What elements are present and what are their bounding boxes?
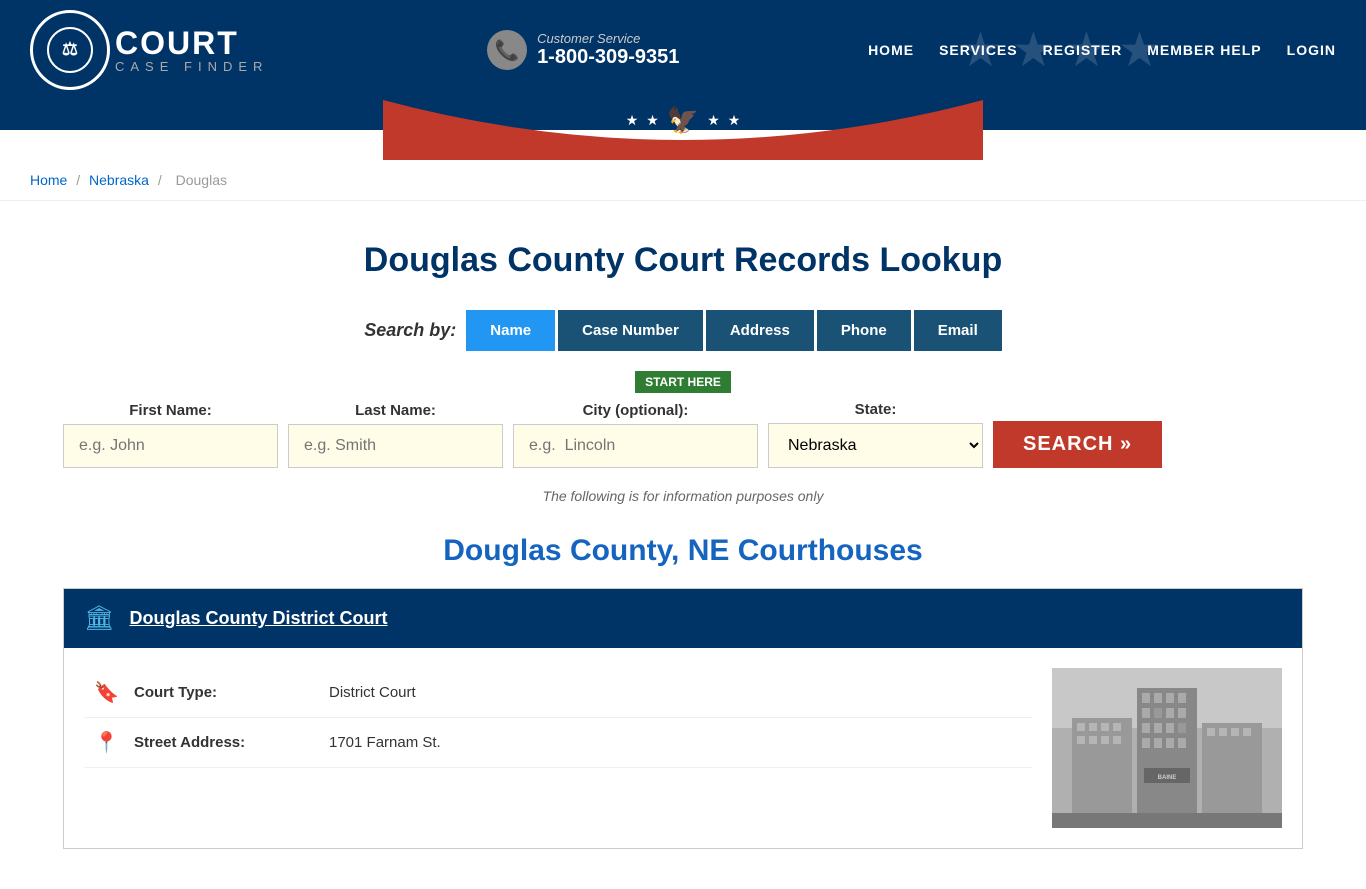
nav-login[interactable]: LOGIN (1287, 42, 1336, 58)
search-form-container: START HERE First Name: Last Name: City (… (63, 371, 1303, 468)
courthouse-icon: 🏛 (84, 604, 114, 633)
star-left-2: ★ (646, 112, 659, 129)
search-section: Search by: Name Case Number Address Phon… (63, 310, 1303, 504)
header: ★ ★ ★ ★ ⚖ COURT CASE FINDER 📞 Customer S… (0, 0, 1366, 100)
nav-services[interactable]: SERVICES (939, 42, 1018, 58)
last-name-label: Last Name: (288, 402, 503, 419)
search-by-row: Search by: Name Case Number Address Phon… (63, 310, 1303, 351)
customer-service: 📞 Customer Service 1-800-309-9351 (487, 30, 679, 70)
last-name-input[interactable] (288, 424, 503, 468)
cs-details: Customer Service 1-800-309-9351 (537, 31, 679, 69)
main-nav: HOME SERVICES REGISTER MEMBER HELP LOGIN (868, 42, 1336, 58)
nav-member-help[interactable]: MEMBER HELP (1147, 42, 1261, 58)
court-address-row: 📍 Street Address: 1701 Farnam St. (84, 718, 1032, 768)
city-label: City (optional): (513, 402, 758, 419)
star-right-1: ★ (707, 112, 720, 129)
nav-register[interactable]: REGISTER (1043, 42, 1123, 58)
breadcrumb-county: Douglas (176, 172, 227, 188)
svg-text:⚖: ⚖ (62, 39, 78, 59)
address-label: Street Address: (134, 734, 314, 751)
banner-curve: ★ ★ 🦅 ★ ★ (0, 100, 1366, 160)
star-left-1: ★ (626, 112, 639, 129)
court-type-row: 🔖 Court Type: District Court (84, 668, 1032, 718)
page-title: Douglas County Court Records Lookup (63, 241, 1303, 280)
star-right-2: ★ (728, 112, 741, 129)
search-form: First Name: Last Name: City (optional): … (63, 401, 1303, 468)
search-tabs: Name Case Number Address Phone Email (466, 310, 1001, 351)
breadcrumb: Home / Nebraska / Douglas (0, 160, 1366, 201)
breadcrumb-sep-2: / (158, 172, 166, 188)
court-type-value: District Court (329, 684, 416, 701)
tab-phone[interactable]: Phone (817, 310, 911, 351)
address-value: 1701 Farnam St. (329, 734, 441, 751)
info-note: The following is for information purpose… (63, 488, 1303, 504)
tab-address[interactable]: Address (706, 310, 814, 351)
court-type-label: Court Type: (134, 684, 314, 701)
court-card-header-0: 🏛 Douglas County District Court (64, 589, 1302, 648)
court-image-0: BAINE (1052, 668, 1282, 828)
address-icon: 📍 (94, 730, 119, 755)
tab-name[interactable]: Name (466, 310, 555, 351)
court-type-icon: 🔖 (94, 680, 119, 705)
logo-circle: ⚖ (30, 10, 110, 90)
first-name-input[interactable] (63, 424, 278, 468)
tab-case-number[interactable]: Case Number (558, 310, 703, 351)
search-button[interactable]: SEARCH » (993, 421, 1162, 468)
nav-home[interactable]: HOME (868, 42, 914, 58)
city-input[interactable] (513, 424, 758, 468)
logo-area: ⚖ COURT CASE FINDER (30, 10, 268, 90)
tab-email[interactable]: Email (914, 310, 1002, 351)
courthouses-title: Douglas County, NE Courthouses (63, 534, 1303, 568)
state-select[interactable]: Nebraska Alabama Alaska Arizona Arkansas… (768, 423, 983, 468)
logo-text-area: COURT CASE FINDER (115, 27, 268, 74)
last-name-group: Last Name: (288, 402, 503, 468)
logo-svg: ⚖ (45, 25, 95, 75)
svg-text:BAINE: BAINE (1158, 775, 1177, 781)
court-building-svg: BAINE (1052, 668, 1282, 828)
start-here-badge: START HERE (635, 371, 731, 393)
logo-case-finder-text: CASE FINDER (115, 59, 268, 74)
first-name-group: First Name: (63, 402, 278, 468)
cs-phone: 1-800-309-9351 (537, 46, 679, 69)
court-card-title-0[interactable]: Douglas County District Court (129, 608, 387, 629)
cs-label: Customer Service (537, 31, 679, 46)
court-details-0: 🔖 Court Type: District Court 📍 Street Ad… (84, 668, 1032, 828)
eagle-icon: 🦅 (667, 105, 699, 136)
first-name-label: First Name: (63, 402, 278, 419)
search-by-label: Search by: (364, 320, 456, 341)
state-group: State: Nebraska Alabama Alaska Arizona A… (768, 401, 983, 468)
breadcrumb-state[interactable]: Nebraska (89, 172, 149, 188)
state-label: State: (768, 401, 983, 418)
court-card-body-0: 🔖 Court Type: District Court 📍 Street Ad… (64, 648, 1302, 848)
phone-icon: 📞 (487, 30, 527, 70)
breadcrumb-home[interactable]: Home (30, 172, 67, 188)
main-content: Douglas County Court Records Lookup Sear… (33, 201, 1333, 889)
logo-court-text: COURT (115, 27, 239, 59)
eagle-center: ★ ★ 🦅 ★ ★ (626, 105, 741, 136)
breadcrumb-sep-1: / (76, 172, 84, 188)
court-card-0: 🏛 Douglas County District Court 🔖 Court … (63, 588, 1303, 849)
city-group: City (optional): (513, 402, 758, 468)
